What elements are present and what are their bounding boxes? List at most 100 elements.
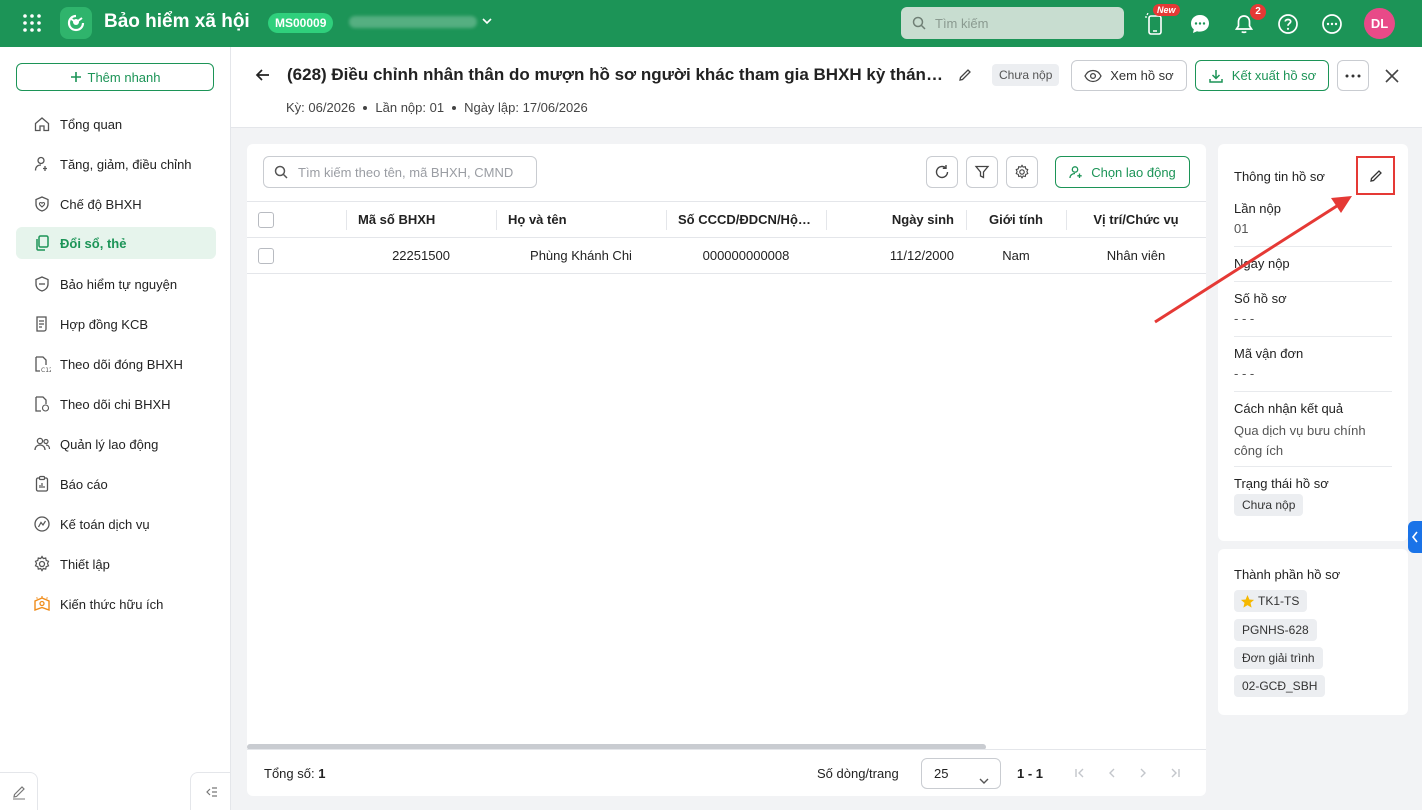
component-chip[interactable]: Đơn giải trình [1234, 647, 1323, 669]
submit-count-text: Lần nộp: 01 [375, 100, 445, 115]
divider [1234, 336, 1392, 337]
table-row[interactable]: 22251500 Phùng Khánh Chi 000000000008 11… [247, 237, 1206, 274]
expand-panel-tab[interactable] [1408, 521, 1422, 553]
cell-position: Nhân viên [1066, 237, 1206, 274]
column-header-gender[interactable]: Giới tính [966, 201, 1066, 238]
sidebar-item-label: Tăng, giảm, điều chỉnh [60, 156, 192, 172]
table-search-input[interactable] [298, 157, 528, 187]
refresh-button[interactable] [926, 156, 958, 188]
chevron-left-icon [1411, 531, 1418, 543]
sidebar-item-label: Tổng quan [60, 116, 123, 132]
page-title: (628) Điều chỉnh nhân thân do mượn hồ sơ… [287, 65, 947, 84]
chevron-down-icon [978, 768, 990, 796]
global-search[interactable] [901, 7, 1124, 39]
column-header-name[interactable]: Họ và tên [496, 201, 666, 238]
svg-text:C12: C12 [41, 367, 51, 373]
created-date-text: Ngày lập: 17/06/2026 [464, 100, 588, 115]
component-chip[interactable]: TK1-TS [1234, 590, 1308, 612]
global-search-input[interactable] [935, 7, 1115, 39]
first-page-icon[interactable] [1073, 766, 1087, 780]
chat-icon[interactable] [1188, 12, 1212, 36]
sidebar-item-report[interactable]: Báo cáo [16, 468, 216, 500]
home-icon [32, 114, 52, 134]
sidebar-item-knowledge[interactable]: Kiến thức hữu ích [16, 588, 216, 620]
sidebar-item-change-book[interactable]: Đổi sổ, thẻ [16, 227, 216, 259]
edit-record-info-button[interactable] [1356, 156, 1395, 195]
sidebar-item-label: Theo dõi chi BHXH [60, 396, 171, 412]
component-chip[interactable]: 02-GCĐ_SBH [1234, 675, 1326, 697]
prev-page-icon[interactable] [1105, 766, 1119, 780]
sidebar-item-voluntary[interactable]: Bảo hiểm tự nguyện [16, 268, 216, 300]
divider [1234, 281, 1392, 282]
sidebar-item-overview[interactable]: Tổng quan [16, 108, 216, 140]
org-code-badge[interactable]: MS00009 [268, 13, 334, 33]
next-page-icon[interactable] [1136, 766, 1150, 780]
search-icon [912, 16, 926, 33]
divider [1234, 391, 1392, 392]
total-value: 1 [318, 766, 326, 781]
sidebar-item-label: Hợp đồng KCB [60, 316, 149, 332]
row-checkbox[interactable] [258, 247, 274, 264]
close-icon[interactable] [1381, 65, 1403, 87]
feedback-edit-icon[interactable] [0, 772, 38, 810]
sidebar-item-adjust[interactable]: Tăng, giảm, điều chỉnh [16, 148, 216, 180]
sidebar-item-label: Thiết lập [60, 556, 110, 572]
collapse-sidebar-icon[interactable] [190, 772, 231, 810]
filter-icon [974, 165, 990, 179]
choose-employee-button[interactable]: Chọn lao động [1055, 156, 1190, 188]
sidebar-item-track-payment[interactable]: C12 Theo dõi đóng BHXH [16, 348, 216, 380]
sidebar-item-regime[interactable]: Chế độ BHXH [16, 188, 216, 220]
cell-dob: 11/12/2000 [826, 237, 966, 274]
info-label: Trạng thái hồ sơ [1234, 476, 1329, 491]
rows-per-page-label: Số dòng/trang [817, 766, 899, 781]
row-select-cell[interactable] [247, 237, 346, 274]
c12-doc-icon: C12 [32, 354, 52, 374]
eye-icon [1084, 69, 1102, 82]
shield-icon [32, 274, 52, 294]
user-add-icon [1069, 166, 1082, 179]
sidebar-item-accounting[interactable]: Kế toán dịch vụ [16, 508, 216, 540]
export-record-button[interactable]: Kết xuất hồ sơ [1195, 60, 1329, 91]
choose-employee-label: Chọn lao động [1091, 164, 1176, 180]
table-settings-button[interactable] [1006, 156, 1038, 188]
period-text: Kỳ: 06/2026 [286, 100, 356, 115]
table-search[interactable] [263, 156, 537, 188]
info-value: Qua dịch vụ bưu chính công ích [1234, 423, 1366, 458]
accounting-icon [32, 514, 52, 534]
info-label: Mã vận đơn [1234, 346, 1304, 361]
view-record-button[interactable]: Xem hồ sơ [1071, 60, 1187, 91]
sidebar-item-settings[interactable]: Thiết lập [16, 548, 216, 580]
help-icon[interactable] [1276, 12, 1300, 36]
more-horizontal-icon [1345, 74, 1361, 77]
more-actions-button[interactable] [1337, 60, 1369, 91]
column-header-bhxh[interactable]: Mã số BHXH [346, 201, 496, 238]
filter-button[interactable] [966, 156, 998, 188]
rows-per-page-select[interactable]: 25 [921, 758, 1001, 789]
edit-title-icon[interactable] [957, 67, 973, 86]
select-all-checkbox[interactable] [258, 211, 274, 228]
star-icon [1240, 594, 1255, 608]
last-page-icon[interactable] [1168, 766, 1182, 780]
sidebar-item-track-expense[interactable]: Theo dõi chi BHXH [16, 388, 216, 420]
back-arrow-icon[interactable] [253, 65, 273, 85]
user-adjust-icon [32, 154, 52, 174]
column-header-position[interactable]: Vị trí/Chức vụ [1066, 201, 1206, 238]
sidebar-item-contract[interactable]: Hợp đồng KCB [16, 308, 216, 340]
gear-icon [1015, 164, 1029, 179]
column-header-id[interactable]: Số CCCD/ĐDCN/Hộ chiếu [666, 201, 826, 238]
download-icon [1209, 69, 1223, 83]
component-chip[interactable]: PGNHS-628 [1234, 619, 1317, 641]
org-name-redacted[interactable] [349, 16, 477, 28]
quick-add-label: Thêm nhanh [87, 69, 161, 85]
gear-icon [32, 554, 52, 574]
column-header-dob[interactable]: Ngày sinh [826, 201, 966, 238]
contract-icon [32, 314, 52, 334]
quick-add-button[interactable]: Thêm nhanh [16, 63, 214, 91]
select-all-cell[interactable] [247, 201, 346, 238]
app-grid-icon[interactable] [22, 13, 42, 33]
chevron-down-icon[interactable] [480, 14, 494, 28]
employee-table: Mã số BHXH Họ và tên Số CCCD/ĐDCN/Hộ chi… [247, 201, 1206, 274]
more-apps-icon[interactable] [1320, 12, 1344, 36]
sidebar-item-labor[interactable]: Quản lý lao động [16, 428, 216, 460]
user-avatar[interactable]: DL [1364, 8, 1395, 39]
